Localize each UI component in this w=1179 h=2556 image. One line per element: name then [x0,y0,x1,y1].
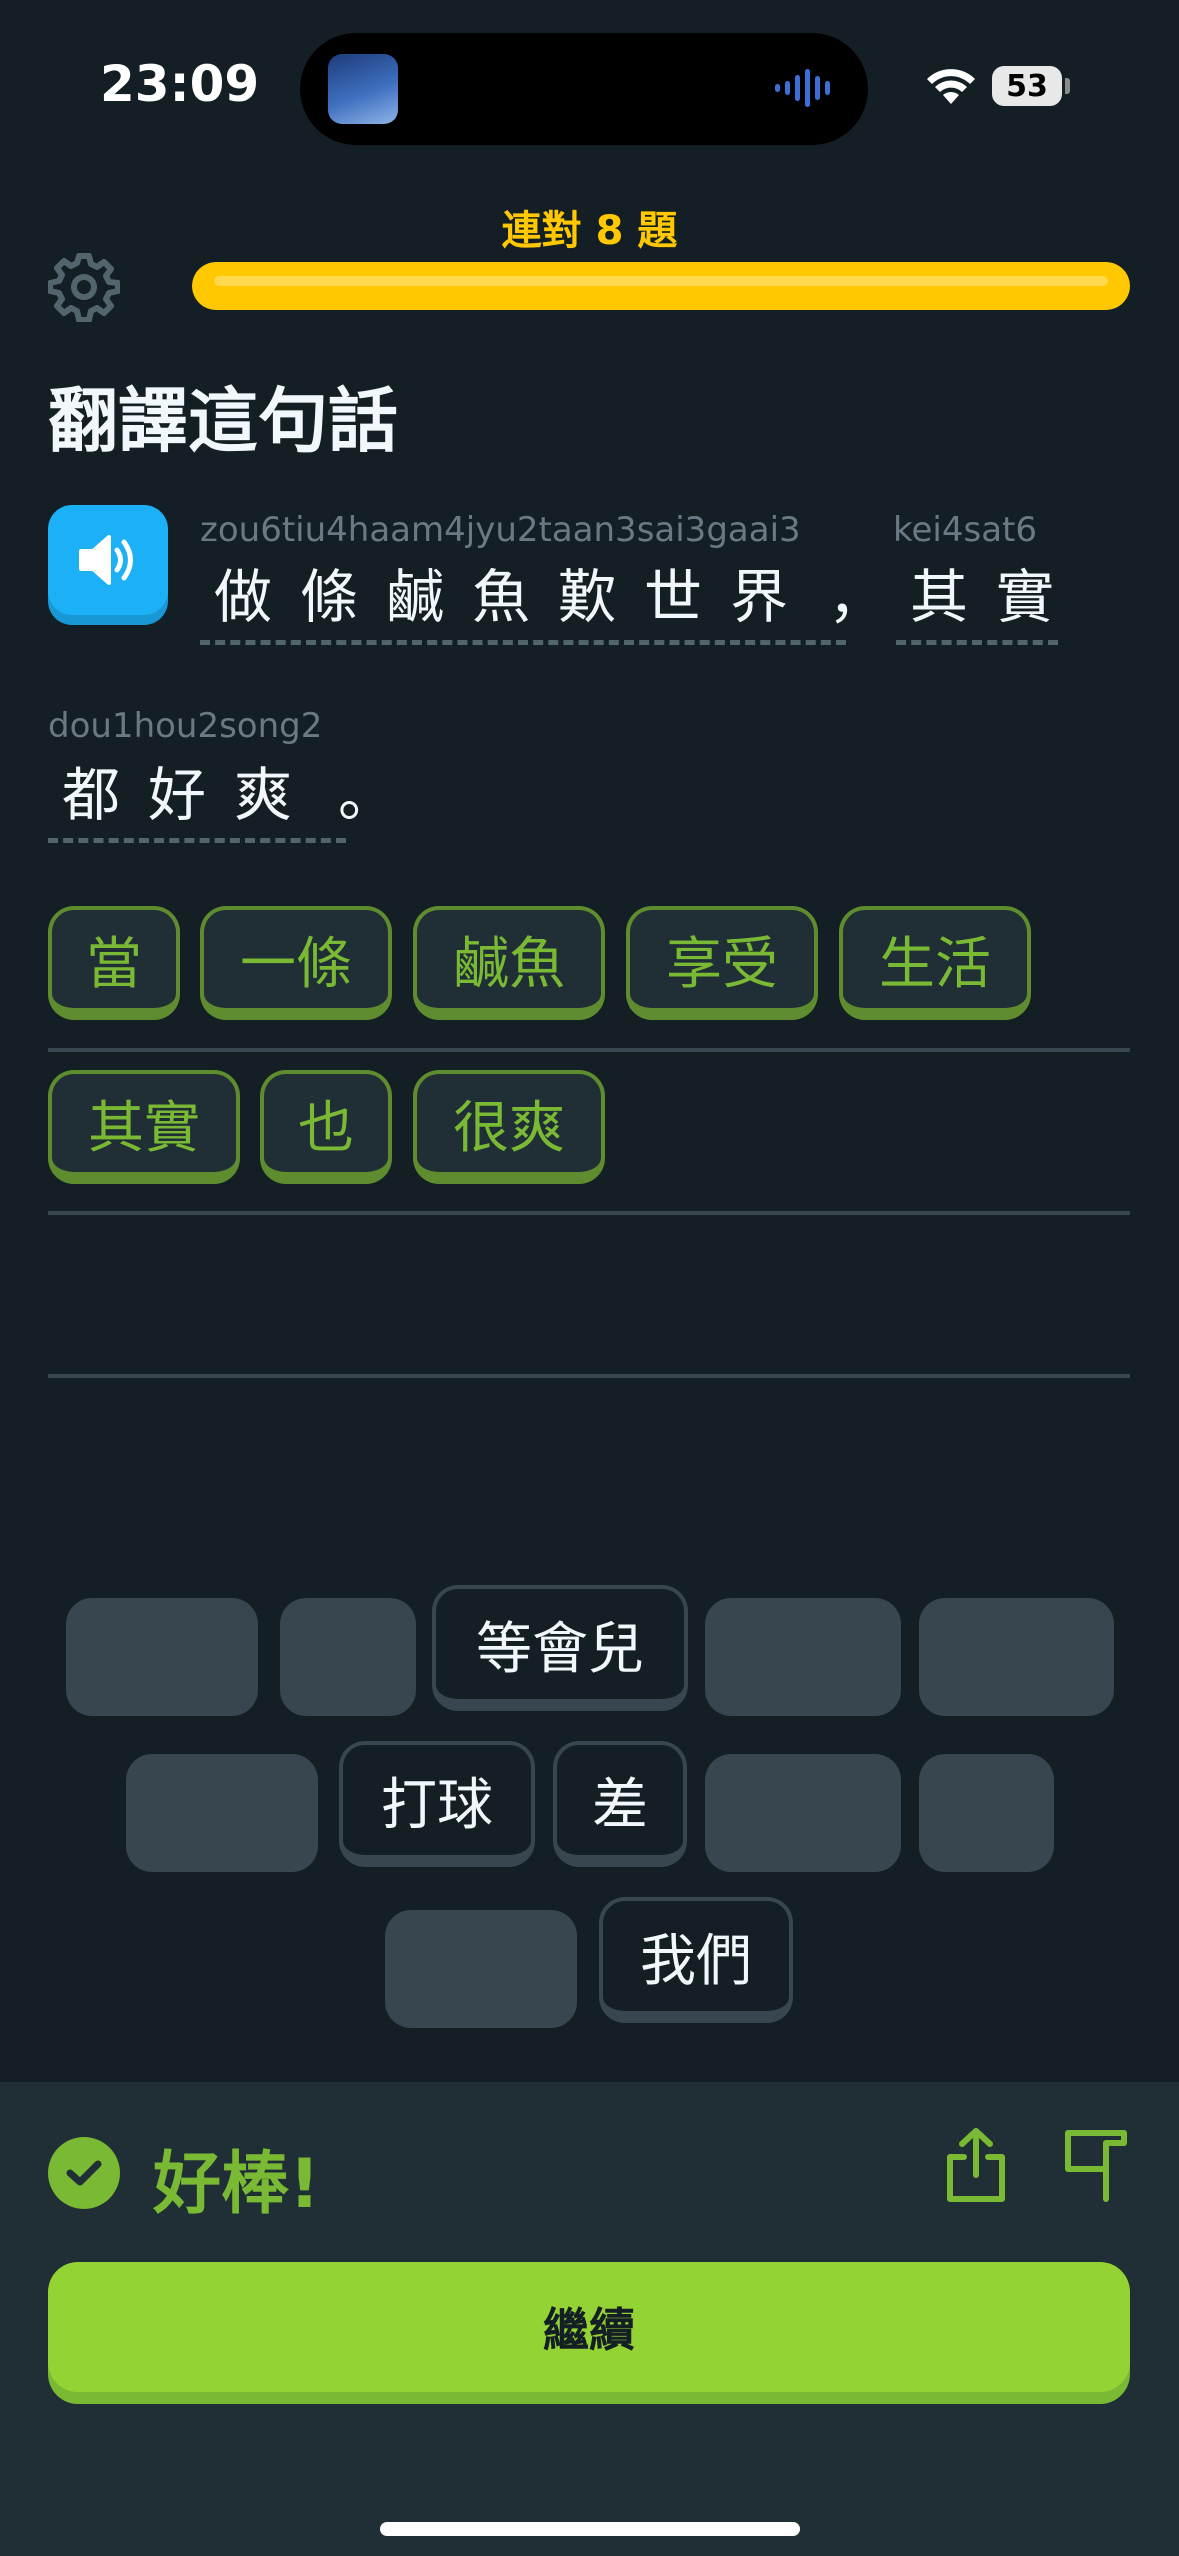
feedback-message: 好棒! [153,2145,321,2224]
answer-line [48,1374,1130,1378]
answer-line [48,1048,1130,1052]
word-bank-empty-slot [66,1598,258,1716]
answer-tile[interactable]: 一條 [200,906,392,1020]
word-bank-empty-slot [385,1910,577,2028]
sentence-punctuation: ， [828,563,887,631]
sentence-word-hint[interactable]: 都好爽 [48,748,346,843]
exercise-title: 翻譯這句話 [48,380,398,462]
romanization-segment: kei4sat6 [893,510,1037,550]
answer-tile[interactable]: 生活 [839,906,1031,1020]
word-bank-empty-slot [280,1598,416,1716]
progress-highlight [214,276,1108,286]
answer-tile[interactable]: 其實 [48,1070,240,1184]
flag-icon[interactable] [1062,2125,1134,2203]
word-bank-empty-slot [919,1598,1114,1716]
word-bank-empty-slot [705,1754,901,1872]
streak-counter: 連對 8 題 [501,208,678,254]
word-bank-empty-slot [705,1598,901,1716]
word-bank-tile[interactable]: 我們 [599,1897,793,2023]
lesson-progress-bar [192,262,1130,310]
answer-tile[interactable]: 很爽 [413,1070,605,1184]
answer-tile[interactable]: 當 [48,906,180,1020]
wifi-icon [927,69,975,104]
check-icon [66,2160,102,2186]
romanization-segment: zou6tiu4haam4jyu2taan3sai3gaai3 [200,510,801,550]
settings-gear-icon[interactable] [48,250,120,322]
answer-tile[interactable]: 享受 [626,906,818,1020]
sentence-word-hint[interactable]: 做條鹹魚歎世界 [200,550,846,645]
now-playing-artwork [328,54,398,124]
word-bank-tile[interactable]: 差 [553,1741,687,1867]
status-time: 23:09 [100,55,260,113]
battery-indicator: 53 [992,66,1062,106]
sentence-word-hint[interactable]: 其實 [896,550,1058,645]
answer-line [48,1211,1130,1215]
battery-tip [1065,78,1070,94]
speaker-icon [79,535,133,585]
correct-check-icon [48,2137,120,2209]
lesson-progress-fill [192,262,1130,310]
answer-tile[interactable]: 也 [260,1070,392,1184]
word-bank-tile[interactable]: 等會兒 [432,1585,688,1711]
sentence-punctuation: 。 [338,761,397,829]
word-bank-tile[interactable]: 打球 [339,1741,535,1867]
audio-waveform-icon [775,66,841,110]
continue-button[interactable]: 繼續 [48,2262,1130,2392]
play-audio-button[interactable] [48,505,168,615]
home-indicator [380,2522,800,2536]
romanization-segment: dou1hou2song2 [48,706,323,746]
answer-tile[interactable]: 鹹魚 [413,906,605,1020]
word-bank-empty-slot [126,1754,318,1872]
share-icon[interactable] [940,2125,1012,2203]
word-bank-empty-slot [919,1754,1054,1872]
